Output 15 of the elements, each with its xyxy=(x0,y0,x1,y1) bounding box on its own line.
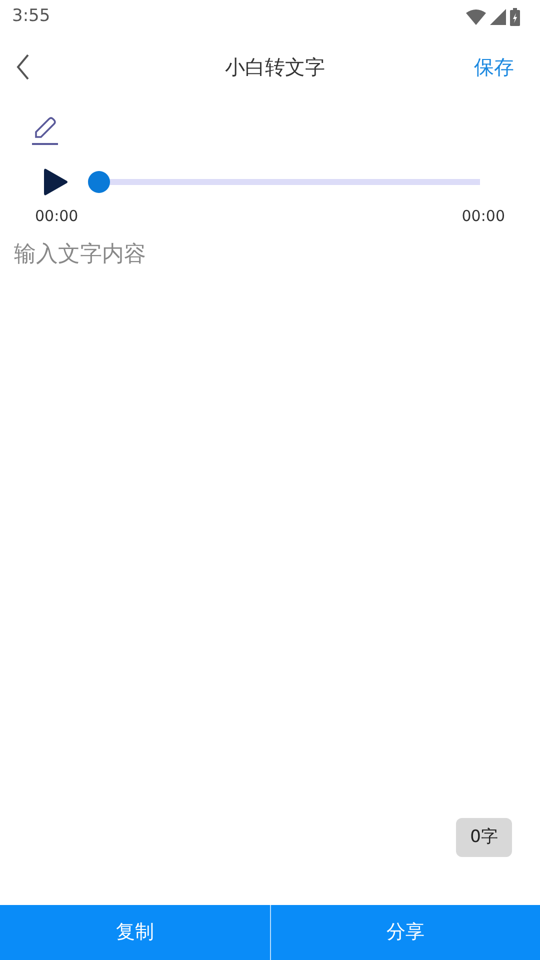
share-button[interactable]: 分享 xyxy=(270,905,540,960)
wifi-icon xyxy=(466,9,486,25)
current-time: 00:00 xyxy=(35,206,78,227)
page-title: 小白转文字 xyxy=(224,54,325,81)
play-icon[interactable] xyxy=(44,168,68,196)
signal-icon xyxy=(490,9,506,25)
edit-icon[interactable] xyxy=(31,117,59,145)
battery-icon xyxy=(510,8,520,26)
text-input-field[interactable]: 输入文字内容 xyxy=(14,238,526,758)
character-count: 0字 xyxy=(456,818,512,857)
copy-button[interactable]: 复制 xyxy=(0,905,270,960)
progress-thumb[interactable] xyxy=(88,171,110,193)
status-time: 3:55 xyxy=(12,5,50,28)
save-button[interactable]: 保存 xyxy=(474,52,524,82)
total-time: 00:00 xyxy=(462,206,505,227)
